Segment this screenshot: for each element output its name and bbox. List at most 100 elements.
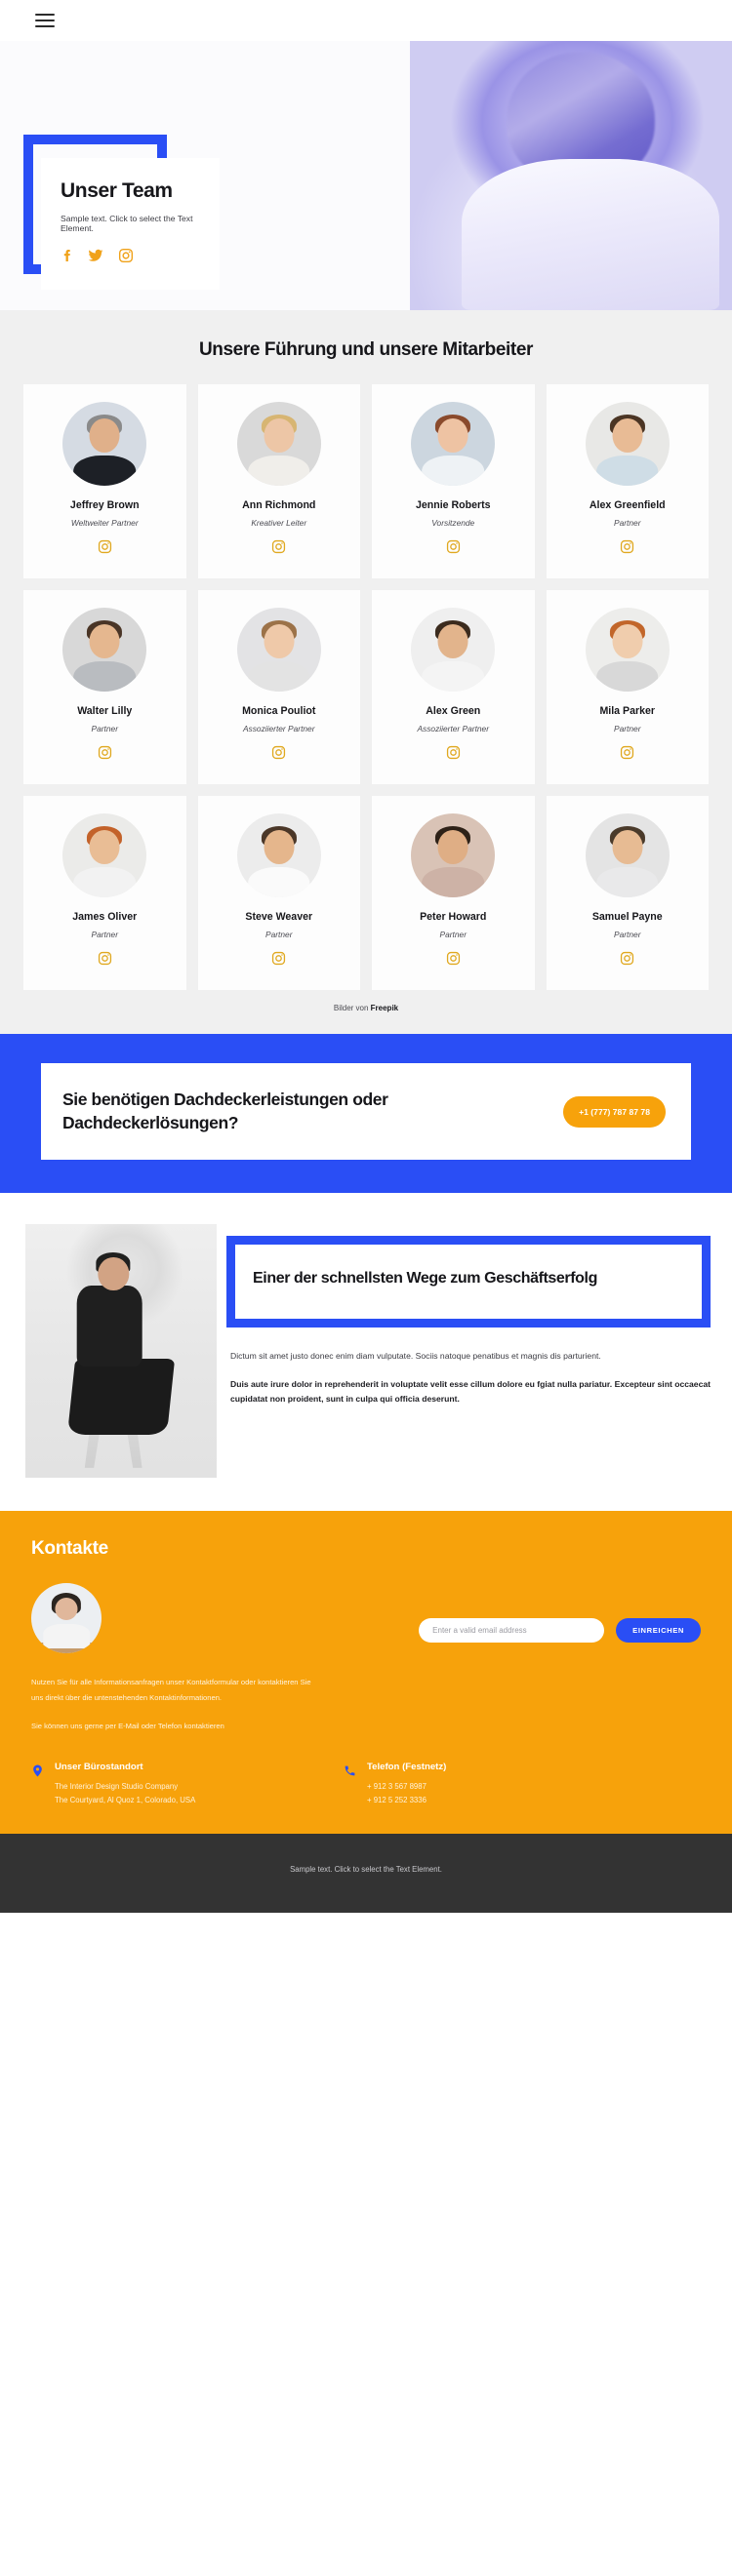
team-member-name: Steve Weaver [245,911,313,923]
feature-paragraph: Dictum sit amet justo donec enim diam vu… [230,1351,601,1362]
burger-line [35,20,55,21]
team-member-name: Ann Richmond [242,499,316,511]
avatar-body-shape [422,867,485,897]
hero-subtitle: Sample text. Click to select the Text El… [61,214,193,233]
facebook-icon[interactable] [61,247,73,264]
avatar [585,813,670,897]
office-line-1: The Interior Design Studio Company [55,1781,179,1791]
hero-section: Unser Team Sample text. Click to select … [0,41,732,310]
instagram-icon[interactable] [620,745,634,760]
instagram-icon[interactable] [271,951,286,966]
team-member-card[interactable]: Steve Weaver Partner [197,796,360,990]
avatar-body-shape [73,661,137,692]
contact-avatar [31,1583,102,1654]
team-member-card[interactable]: Ann Richmond Kreativer Leiter [197,384,360,578]
person-head-shape [98,1257,129,1290]
instagram-icon[interactable] [446,745,461,760]
team-member-card[interactable]: Jennie Roberts Vorsitzende [372,384,535,578]
instagram-icon[interactable] [98,539,112,554]
team-member-role: Weltweiter Partner [70,518,139,528]
feature-paragraph-bold: Duis aute irure dolor in reprehenderit i… [230,1379,711,1405]
instagram-icon[interactable] [446,951,461,966]
team-member-name: James Oliver [72,911,138,923]
avatar-body-shape [247,456,310,486]
twitter-icon[interactable] [88,247,103,264]
team-member-name: Jennie Roberts [415,499,491,511]
office-location-text: Unser Bürostandort The Interior Design S… [55,1762,195,1808]
team-member-card[interactable]: Samuel Payne Partner [546,796,709,990]
avatar-body-shape [43,1624,90,1648]
hamburger-menu-icon[interactable] [35,10,55,31]
instagram-icon[interactable] [620,539,634,554]
avatar-head-shape [89,624,120,658]
office-location-block: Unser Bürostandort The Interior Design S… [31,1762,324,1808]
feature-blue-frame: Einer der schnellsten Wege zum Geschäfts… [226,1236,711,1328]
image-credit-link[interactable]: Freepik [371,1004,398,1012]
instagram-icon[interactable] [271,539,286,554]
feature-title: Einer der schnellsten Wege zum Geschäfts… [253,1270,597,1288]
avatar [585,608,670,692]
submit-button[interactable]: EINREICHEN [616,1618,701,1644]
office-title: Unser Bürostandort [55,1761,143,1772]
phone-text: Telefon (Festnetz) + 912 3 567 8987 + 91… [367,1762,446,1808]
instagram-icon[interactable] [118,247,134,264]
team-member-name: Jeffrey Brown [69,499,140,511]
person-legs-shape [66,1359,176,1436]
team-member-role: Partner [614,930,641,939]
cta-phone-button[interactable]: +1 (777) 787 87 78 [563,1095,666,1128]
footer-text: Sample text. Click to select the Text El… [290,1864,442,1874]
cta-title: Sie benötigen Dachdeckerleistungen oder … [62,1090,388,1132]
contact-section: Kontakte Nutzen Sie für alle Information… [0,1511,732,1834]
team-member-card[interactable]: Walter Lilly Partner [23,590,186,784]
avatar-head-shape [89,418,120,453]
avatar-body-shape [595,456,659,486]
team-member-card[interactable]: Peter Howard Partner [372,796,535,990]
contact-info-column: Nutzen Sie für alle Informationsanfragen… [31,1583,324,1748]
team-member-name: Alex Green [426,705,481,717]
avatar [411,813,496,897]
avatar-body-shape [73,456,137,486]
team-member-role: Partner [265,930,293,939]
team-member-name: Alex Greenfield [589,499,666,511]
instagram-icon[interactable] [98,745,112,760]
avatar-body-shape [422,661,485,692]
avatar [62,608,147,692]
feature-photo [25,1224,217,1479]
team-member-role: Partner [439,930,467,939]
avatar-body-shape [73,867,137,897]
location-pin-icon [31,1762,44,1784]
team-member-card[interactable]: James Oliver Partner [23,796,186,990]
avatar [411,402,496,486]
avatar [236,813,321,897]
contact-top-row: Nutzen Sie für alle Informationsanfragen… [31,1583,701,1748]
avatar-head-shape [612,830,643,864]
avatar-body-shape [247,867,310,897]
feature-split-section: Einer der schnellsten Wege zum Geschäfts… [0,1193,732,1512]
avatar [585,402,670,486]
avatar [62,402,147,486]
phone-title: Telefon (Festnetz) [367,1761,447,1772]
instagram-icon[interactable] [271,745,286,760]
team-member-name: Monica Pouliot [242,705,316,717]
team-member-name: Mila Parker [599,705,656,717]
instagram-icon[interactable] [620,951,634,966]
team-section: Unsere Führung und unsere Mitarbeiter Je… [0,310,732,1034]
contact-paragraph-2: Sie können uns gerne per E-Mail oder Tel… [31,1722,224,1731]
team-member-card[interactable]: Alex Green Assoziierter Partner [372,590,535,784]
team-member-card[interactable]: Mila Parker Partner [546,590,709,784]
avatar-head-shape [612,418,643,453]
hero-content-card: Unser Team Sample text. Click to select … [41,158,220,290]
hero-background-photo [410,41,732,310]
team-member-card[interactable]: Jeffrey Brown Weltweiter Partner [23,384,186,578]
avatar-head-shape [437,418,468,453]
instagram-icon[interactable] [446,539,461,554]
team-member-card[interactable]: Monica Pouliot Assoziierter Partner [197,590,360,784]
team-member-card[interactable]: Alex Greenfield Partner [546,384,709,578]
team-member-role: Assoziierter Partner [417,724,490,733]
instagram-icon[interactable] [98,951,112,966]
team-section-heading: Unsere Führung und unsere Mitarbeiter [198,339,534,360]
phone-line-2: + 912 5 252 3336 [367,1796,427,1805]
contact-paragraph-1: Nutzen Sie für alle Informationsanfragen… [31,1678,311,1702]
team-member-role: Vorsitzende [431,518,475,528]
email-field[interactable] [419,1618,605,1644]
